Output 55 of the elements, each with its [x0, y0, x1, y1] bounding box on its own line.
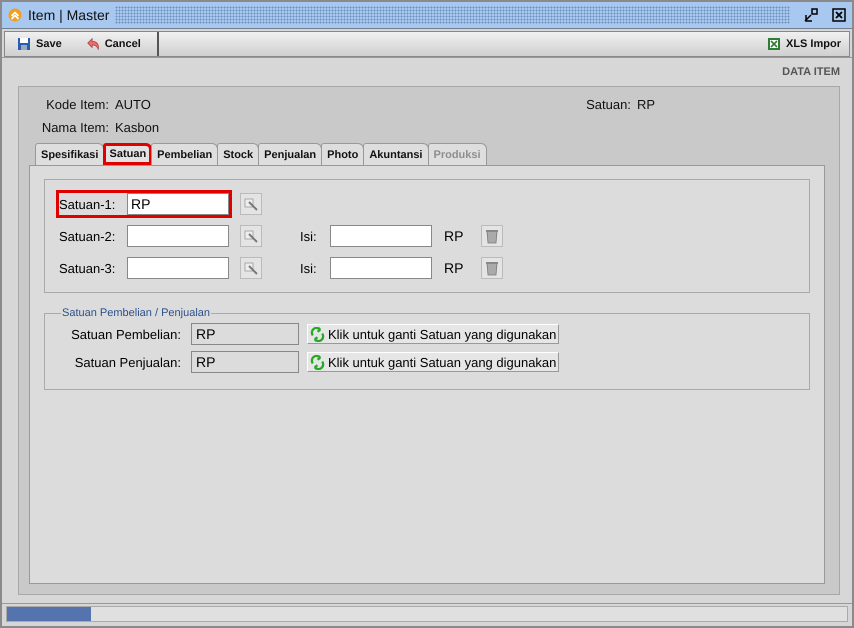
tab[interactable]: Akuntansi [363, 143, 428, 165]
save-button[interactable]: Save [5, 32, 74, 56]
input-field[interactable] [127, 225, 229, 247]
field-label: Satuan Pembelian: [70, 326, 181, 342]
field-label: Isi: [300, 260, 318, 276]
tab[interactable]: Penjualan [258, 143, 322, 165]
input-field[interactable] [127, 257, 229, 279]
spreadsheet-icon [766, 37, 781, 51]
change-unit-button[interactable]: Klik untuk ganti Satuan yang digunakan [307, 352, 560, 372]
pen-icon [243, 260, 259, 276]
tab[interactable]: Spesifikasi [35, 143, 104, 165]
tab[interactable]: Photo [321, 143, 364, 165]
undo-arrow-icon [86, 37, 100, 51]
tab[interactable]: Stock [217, 143, 260, 165]
pen-icon [243, 228, 259, 244]
delete-button[interactable] [481, 225, 504, 247]
delete-button[interactable] [481, 257, 504, 279]
unit-label: RP [444, 228, 464, 244]
edit-button[interactable] [240, 225, 262, 247]
field-label: Satuan Penjualan: [74, 354, 181, 370]
group-legend: Satuan Pembelian / Penjualan [61, 307, 211, 319]
tab[interactable]: Pembelian [151, 143, 218, 165]
read-only-field: RP [191, 323, 299, 345]
change-unit-button[interactable]: Klik untuk ganti Satuan yang digunakan [307, 324, 560, 344]
trash-icon [484, 228, 500, 244]
close-icon[interactable] [832, 8, 846, 22]
pen-icon [243, 196, 259, 212]
trash-icon [484, 260, 500, 276]
window-title: Item | Master [28, 7, 110, 23]
app-icon [8, 8, 22, 22]
edit-button[interactable] [240, 257, 262, 279]
field-value: AUTO [115, 97, 151, 112]
refresh-icon [310, 326, 325, 342]
cancel-button[interactable]: Cancel [74, 32, 153, 56]
field-label: Satuan-1: [59, 196, 116, 212]
field-value: Kasbon [115, 120, 160, 135]
refresh-icon [310, 354, 325, 370]
tab[interactable]: Satuan [103, 143, 152, 165]
field-label: Kode Item: [45, 97, 109, 112]
read-only-field: RP [191, 351, 299, 373]
input-field[interactable]: RP [127, 193, 229, 215]
input-field[interactable] [330, 225, 432, 247]
field-label: Isi: [300, 228, 318, 244]
section-title: DATA ITEM [782, 66, 840, 78]
field-label: Satuan-2: [59, 228, 116, 244]
field-label: Satuan: [586, 97, 631, 114]
restore-icon[interactable] [804, 8, 818, 22]
import-button[interactable]: XLS Impor [758, 32, 849, 56]
field-label: Satuan-3: [59, 260, 116, 276]
edit-button[interactable] [240, 193, 262, 215]
field-label: Nama Item: [40, 120, 109, 135]
unit-label: RP [444, 260, 464, 276]
save-icon [17, 37, 31, 51]
input-field[interactable] [330, 257, 432, 279]
field-value: RP [636, 97, 655, 114]
